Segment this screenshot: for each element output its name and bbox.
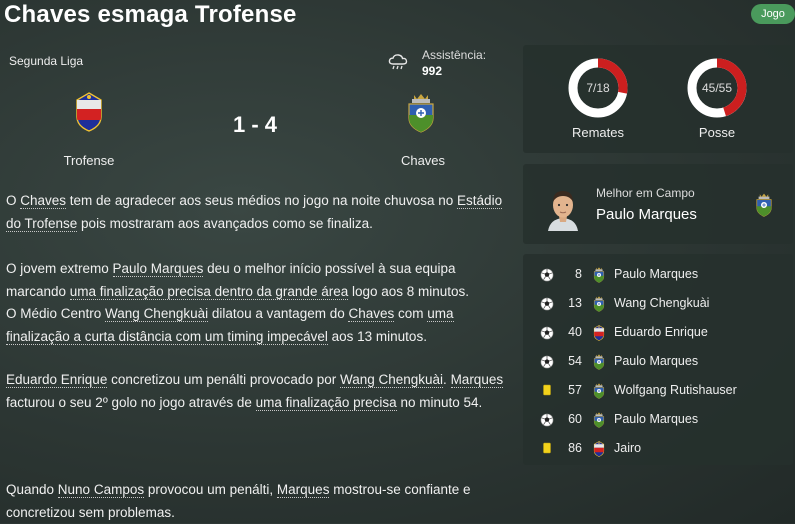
yellow-card-icon xyxy=(540,442,554,456)
ball-icon xyxy=(540,268,554,282)
possession-gauge: 45/55 xyxy=(687,58,747,118)
chaves-crest-icon[interactable] xyxy=(755,193,773,217)
match-button[interactable]: Jogo xyxy=(751,4,795,24)
event-player-name[interactable]: Paulo Marques xyxy=(614,267,698,281)
rain-cloud-icon xyxy=(388,54,408,70)
yellow-card-icon xyxy=(540,384,554,398)
report-paragraph: Quando Nuno Campos provocou um penálti, … xyxy=(6,482,471,520)
match-report: Quando Nuno Campos provocou um penálti, … xyxy=(6,479,516,524)
trofense-crest-icon[interactable] xyxy=(592,325,606,341)
event-player-name[interactable]: Wolfgang Rutishauser xyxy=(614,383,737,397)
shots-gauge-text: 7/18 xyxy=(586,81,610,95)
page-title: Chaves esmaga Trofense xyxy=(4,1,297,28)
event-minute: 8 xyxy=(575,267,582,281)
event-player-name[interactable]: Paulo Marques xyxy=(614,412,698,426)
event-player-name[interactable]: Paulo Marques xyxy=(614,354,698,368)
event-minute: 54 xyxy=(568,354,582,368)
report-link[interactable]: Estádio do Trofense xyxy=(6,193,503,232)
ball-icon xyxy=(540,326,554,340)
attendance-value: 992 xyxy=(422,64,443,78)
ball-icon xyxy=(540,355,554,369)
chaves-crest-icon[interactable] xyxy=(592,296,606,312)
motm-title: Melhor em Campo xyxy=(596,186,695,200)
report-paragraph: O jovem extremo Paulo Marques deu o melh… xyxy=(6,261,470,300)
player-avatar[interactable] xyxy=(544,185,582,231)
trofense-crest-icon[interactable] xyxy=(592,441,606,457)
ball-icon xyxy=(540,297,554,311)
report-link[interactable]: uma finalização precisa dentro da grande… xyxy=(69,283,349,300)
report-link[interactable]: Chaves xyxy=(20,193,67,209)
motm-player-name[interactable]: Paulo Marques xyxy=(596,206,697,223)
attendance-label: Assistência: xyxy=(422,48,487,62)
possession-gauge-text: 45/55 xyxy=(702,81,732,95)
trofense-crest-icon[interactable] xyxy=(74,92,104,132)
event-minute: 13 xyxy=(568,296,582,310)
event-player-name[interactable]: Jairo xyxy=(614,441,641,455)
chaves-crest-icon[interactable] xyxy=(406,93,436,133)
report-link[interactable]: Paulo Marques xyxy=(112,261,204,277)
match-report: O jovem extremo Paulo Marques deu o melh… xyxy=(6,258,516,348)
chaves-crest-icon[interactable] xyxy=(592,354,606,370)
match-report: O Chaves tem de agradecer aos seus médio… xyxy=(6,190,516,235)
event-minute: 40 xyxy=(568,325,582,339)
report-link[interactable]: Nuno Campos xyxy=(57,482,145,498)
report-link[interactable]: Chaves xyxy=(348,306,395,322)
event-player-name[interactable]: Wang Chengkuài xyxy=(614,296,709,310)
report-link[interactable]: Marques xyxy=(276,482,330,498)
chaves-crest-icon[interactable] xyxy=(592,412,606,428)
event-minute: 57 xyxy=(568,383,582,397)
shots-label: Remates xyxy=(571,125,625,140)
league-name[interactable]: Segunda Liga xyxy=(9,54,83,68)
possession-label: Posse xyxy=(698,125,736,140)
report-paragraph: O Médio Centro Wang Chengkuài dilatou a … xyxy=(6,306,454,345)
report-link[interactable]: Marques xyxy=(450,372,504,388)
chaves-crest-icon[interactable] xyxy=(592,383,606,399)
report-paragraph: O Chaves tem de agradecer aos seus médio… xyxy=(6,193,503,232)
match-report: Eduardo Enrique concretizou um penálti p… xyxy=(6,369,516,414)
home-team-name[interactable]: Trofense xyxy=(29,153,149,168)
event-minute: 86 xyxy=(568,441,582,455)
away-team-name[interactable]: Chaves xyxy=(363,153,483,168)
match-score: 1 - 4 xyxy=(232,112,278,137)
report-link[interactable]: Wang Chengkuài xyxy=(339,372,444,388)
event-minute: 60 xyxy=(568,412,582,426)
event-player-name[interactable]: Eduardo Enrique xyxy=(614,325,708,339)
chaves-crest-icon[interactable] xyxy=(592,267,606,283)
report-link[interactable]: Eduardo Enrique xyxy=(6,372,108,388)
ball-icon xyxy=(540,413,554,427)
report-link[interactable]: uma finalização precisa xyxy=(255,394,397,411)
report-paragraph: Eduardo Enrique concretizou um penálti p… xyxy=(6,372,504,411)
shots-gauge: 7/18 xyxy=(568,58,628,118)
report-link[interactable]: Wang Chengkuài xyxy=(105,306,209,322)
